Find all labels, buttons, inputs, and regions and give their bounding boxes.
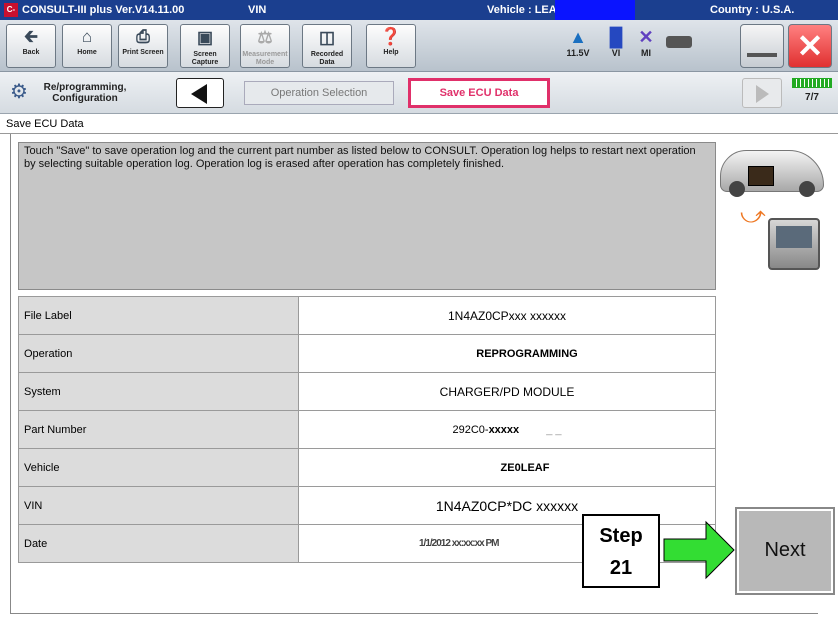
consult-logo-icon: C-III bbox=[4, 3, 18, 28]
part-number-value: 292C0-xxxxx _ _ bbox=[298, 410, 716, 449]
laptop-icon bbox=[768, 218, 820, 270]
print-screen-label: Print Screen bbox=[122, 49, 164, 56]
reprogramming-label: Re/programming, Configuration bbox=[43, 82, 127, 104]
table-row: File Label 1N4AZ0CPxxx xxxxxx bbox=[18, 296, 716, 335]
section-title: Save ECU Data bbox=[0, 114, 838, 134]
recorded-data-label: Recorded Data bbox=[310, 51, 344, 66]
minimize-icon bbox=[747, 53, 777, 57]
toolbar: 🡰 Back ⌂ Home ⎙ Print Screen ▣ Screen Ca… bbox=[0, 20, 838, 72]
help-label: Help bbox=[383, 49, 399, 56]
part-number-suffix: xxxxx bbox=[488, 423, 520, 436]
help-button[interactable]: ❓ Help bbox=[366, 24, 416, 68]
vi-label: VI bbox=[611, 48, 621, 58]
file-label-label: File Label bbox=[18, 296, 299, 335]
next-button[interactable]: Next bbox=[735, 507, 835, 595]
next-label: Next bbox=[764, 539, 806, 561]
table-row: Part Number 292C0-xxxxx _ _ bbox=[18, 410, 716, 449]
nav-back-button[interactable] bbox=[176, 78, 224, 108]
navigation-bar: ⚙ Re/programming, Configuration Operatio… bbox=[0, 72, 838, 114]
right-triangle-icon bbox=[756, 85, 769, 103]
back-label: Back bbox=[22, 49, 40, 56]
close-button[interactable]: ✕ bbox=[788, 24, 832, 68]
measurement-mode-button[interactable]: ⚖ Measurement Mode bbox=[240, 24, 290, 68]
mi-x-icon: ✕ bbox=[638, 27, 654, 47]
part-number-prefix: 292C0- bbox=[452, 423, 489, 436]
vehicle-label: Vehicle : LEA bbox=[487, 4, 557, 16]
home-icon: ⌂ bbox=[81, 27, 93, 46]
breadcrumb-save-ecu-data[interactable]: Save ECU Data bbox=[408, 78, 550, 108]
battery-status: ▲ 11.5V bbox=[558, 26, 598, 58]
vehicle-label: Vehicle bbox=[18, 448, 299, 487]
home-label: Home bbox=[77, 49, 97, 56]
back-button[interactable]: 🡰 Back bbox=[6, 24, 56, 68]
ecu-chip-icon bbox=[748, 166, 774, 186]
part-number-label: Part Number bbox=[18, 410, 299, 449]
minimize-button[interactable] bbox=[740, 24, 784, 68]
green-arrow-icon bbox=[663, 520, 735, 580]
left-triangle-icon bbox=[191, 84, 207, 104]
mi-status: ✕ MI bbox=[634, 26, 658, 58]
camera-icon: ▣ bbox=[196, 28, 214, 47]
vi-icon: █ bbox=[609, 27, 623, 47]
date-label: Date bbox=[18, 524, 299, 563]
progress-count: 7/7 bbox=[805, 92, 819, 103]
table-row: Vehicle ZE0LEAF bbox=[18, 448, 716, 487]
vi-status: █ VI bbox=[604, 26, 628, 58]
mi-label: MI bbox=[641, 48, 651, 58]
instruction-message: Touch "Save" to save operation log and t… bbox=[18, 142, 716, 290]
vehicle-value: ZE0LEAF bbox=[298, 448, 716, 487]
screen-capture-button[interactable]: ▣ Screen Capture bbox=[180, 24, 230, 68]
title-bar: C-III CONSULT-III plus Ver.V14.11.00 VIN… bbox=[0, 0, 838, 28]
file-label-value: 1N4AZ0CPxxx xxxxxx bbox=[298, 296, 716, 335]
step-label: Step bbox=[599, 525, 643, 547]
recorded-data-button[interactable]: ◫ Recorded Data bbox=[302, 24, 352, 68]
close-icon: ✕ bbox=[796, 28, 824, 64]
country-label: Country : U.S.A. bbox=[710, 4, 795, 16]
help-icon: ❓ bbox=[380, 27, 402, 46]
printer-icon: ⎙ bbox=[136, 27, 150, 46]
breadcrumb-operation-selection[interactable]: Operation Selection bbox=[244, 81, 394, 105]
table-row: Operation REPROGRAMMING bbox=[18, 334, 716, 373]
back-arrow-icon: 🡰 bbox=[24, 27, 38, 46]
connection-icon bbox=[666, 36, 692, 48]
orange-arrow-icon: ⤻ bbox=[740, 202, 766, 229]
car-to-laptop-illustration: ⤻ bbox=[720, 146, 830, 276]
system-label: System bbox=[18, 372, 299, 411]
step-callout: Step 21 bbox=[582, 514, 660, 588]
measurement-icon: ⚖ bbox=[257, 28, 273, 47]
nav-forward-button[interactable] bbox=[742, 78, 782, 108]
voltage-value: 11.5V bbox=[566, 48, 590, 58]
reprogramming-icon: ⚙ bbox=[10, 81, 28, 103]
measurement-mode-label: Measurement Mode bbox=[242, 51, 288, 66]
vehicle-highlight bbox=[555, 0, 635, 20]
vin-label: VIN bbox=[248, 4, 267, 16]
part-number-extra: _ _ bbox=[546, 423, 562, 436]
print-screen-button[interactable]: ⎙ Print Screen bbox=[118, 24, 168, 68]
home-button[interactable]: ⌂ Home bbox=[62, 24, 112, 68]
vin-row-label: VIN bbox=[18, 486, 299, 525]
screen-capture-label: Screen Capture bbox=[191, 51, 219, 66]
operation-value: REPROGRAMMING bbox=[298, 334, 716, 373]
car-icon: ▲ bbox=[569, 27, 587, 47]
progress-bar-icon bbox=[792, 78, 832, 88]
app-title: CONSULT-III plus Ver.V14.11.00 bbox=[22, 4, 185, 16]
system-value: CHARGER/PD MODULE bbox=[298, 372, 716, 411]
step-number: 21 bbox=[609, 557, 633, 579]
recorded-data-icon: ◫ bbox=[318, 28, 336, 47]
operation-label: Operation bbox=[18, 334, 299, 373]
table-row: System CHARGER/PD MODULE bbox=[18, 372, 716, 411]
